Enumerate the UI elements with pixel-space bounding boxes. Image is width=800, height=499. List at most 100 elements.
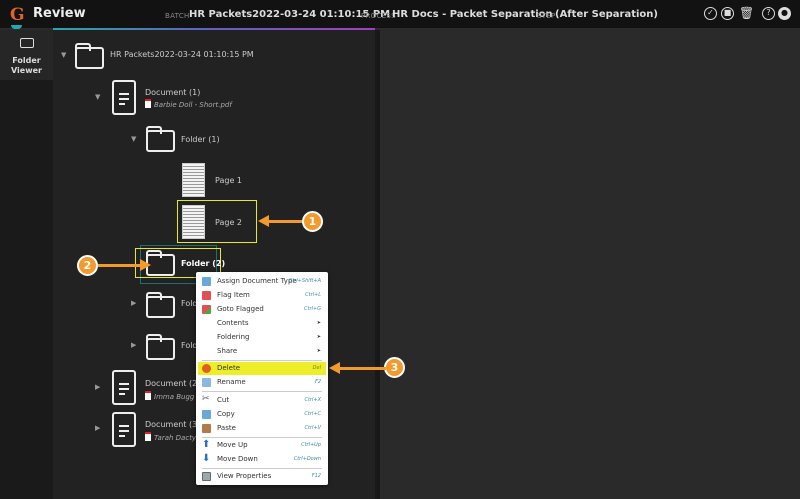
paste-icon	[202, 424, 211, 433]
menu-item-contents[interactable]: Contents ➤	[198, 317, 326, 330]
accent-line	[53, 28, 375, 30]
menu-item-foldering[interactable]: Foldering ➤	[198, 331, 326, 344]
menu-item-goto-flagged[interactable]: Goto Flagged Ctrl+G	[198, 303, 326, 316]
page-thumbnail[interactable]	[182, 163, 205, 197]
document-icon[interactable]	[112, 80, 136, 115]
user-icon[interactable]: ●	[778, 7, 791, 20]
expand-arrow[interactable]: ▶	[131, 299, 136, 307]
menu-shortcut: Ctrl+Up	[301, 442, 321, 448]
menu-label: Move Down	[217, 455, 258, 463]
menu-item-share[interactable]: Share ➤	[198, 345, 326, 358]
menu-shortcut: F2	[314, 379, 321, 385]
callout-badge-3: 3	[384, 357, 405, 378]
pdf-file-name: Imma Bugg -	[145, 391, 199, 401]
folder-icon[interactable]	[145, 334, 175, 360]
menu-item-delete[interactable]: Delete Del	[198, 362, 326, 375]
menu-shortcut: Del	[312, 365, 321, 371]
callout-arrow-head	[258, 215, 269, 227]
callout-arrow-2	[98, 264, 140, 267]
menu-shortcut: Ctrl+Shift+A	[288, 278, 321, 284]
menu-divider	[202, 437, 322, 438]
separator: ·	[349, 9, 352, 19]
menu-label: Share	[217, 347, 238, 355]
arrow-down-icon: ⬇	[202, 453, 211, 464]
menu-label: View Properties	[217, 472, 272, 480]
tree-root-label[interactable]: HR Packets2022-03-24 01:10:15 PM	[110, 50, 254, 59]
menu-item-flag-item[interactable]: Flag Item Ctrl+L	[198, 289, 326, 302]
folder-label[interactable]: Folder (2)	[181, 259, 225, 268]
menu-item-paste[interactable]: Paste Ctrl+V	[198, 422, 326, 435]
stop-circle-icon[interactable]: ■	[721, 7, 734, 20]
properties-icon	[202, 472, 211, 481]
step-value: (After Separation)	[555, 9, 658, 20]
menu-shortcut: Ctrl+Down	[293, 456, 321, 462]
goto-flag-icon	[202, 305, 211, 314]
document-label[interactable]: Document (2)	[145, 379, 200, 388]
submenu-arrow-icon: ➤	[316, 348, 321, 354]
help-icon[interactable]: ?	[762, 7, 775, 20]
trash-icon[interactable]: 🗑	[739, 6, 754, 20]
menu-item-cut[interactable]: ✂ Cut Ctrl+X	[198, 394, 326, 407]
menu-label: Cut	[217, 396, 230, 404]
scissors-icon: ✂	[202, 394, 210, 404]
menu-divider	[202, 360, 322, 361]
callout-badge-1: 1	[302, 211, 323, 232]
menu-label: Paste	[217, 424, 236, 432]
sidebar	[0, 30, 53, 499]
sidebar-item-folder-viewer[interactable]: Folder Viewer	[0, 30, 53, 80]
callout-arrow-head	[329, 362, 340, 374]
expand-arrow[interactable]: ▼	[95, 93, 100, 101]
menu-item-copy[interactable]: Copy Ctrl+C	[198, 408, 326, 421]
folder-label[interactable]: Folder (1)	[181, 135, 220, 144]
menu-item-move-down[interactable]: ⬇ Move Down Ctrl+Down	[198, 453, 326, 466]
page-label[interactable]: Page 2	[215, 218, 242, 227]
menu-divider	[202, 391, 322, 392]
folder-icon[interactable]	[74, 43, 104, 69]
assign-type-icon	[202, 277, 211, 286]
submenu-arrow-icon: ➤	[316, 320, 321, 326]
expand-arrow[interactable]: ▼	[61, 51, 66, 59]
document-icon[interactable]	[112, 370, 136, 405]
menu-label: Flag Item	[217, 291, 250, 299]
folder-icon[interactable]	[145, 292, 175, 318]
sidebar-item-label: Folder Viewer	[11, 56, 42, 75]
step-label: STEP	[537, 12, 556, 20]
page-thumbnail[interactable]	[182, 205, 205, 239]
app-title: Review	[33, 6, 86, 21]
expand-arrow[interactable]: ▶	[95, 424, 100, 432]
expand-arrow[interactable]: ▼	[131, 135, 136, 143]
page-label[interactable]: Page 1	[215, 176, 242, 185]
menu-divider	[202, 468, 322, 469]
pdf-file-name: Tarah Dactyl	[145, 432, 198, 442]
callout-arrow-3	[339, 367, 386, 370]
batch-label: BATCH	[165, 12, 190, 20]
separator: ·	[526, 9, 529, 19]
copy-icon	[202, 410, 211, 419]
menu-label: Assign Document Type	[217, 277, 297, 285]
context-menu: Assign Document Type Ctrl+Shift+A Flag It…	[196, 272, 328, 485]
menu-item-rename[interactable]: Rename F2	[198, 376, 326, 389]
callout-badge-2: 2	[77, 255, 98, 276]
expand-arrow[interactable]: ▶	[95, 383, 100, 391]
menu-label: Contents	[217, 319, 249, 327]
menu-label: Goto Flagged	[217, 305, 264, 313]
menu-shortcut: Ctrl+X	[304, 397, 321, 403]
process-label: PROCESS	[361, 12, 396, 20]
callout-arrow-1	[268, 220, 303, 223]
rename-icon	[202, 378, 211, 387]
menu-shortcut: Ctrl+G	[304, 306, 321, 312]
menu-label: Delete	[217, 364, 240, 372]
menu-item-move-up[interactable]: ⬆ Move Up Ctrl+Up	[198, 439, 326, 452]
arrow-up-icon: ⬆	[202, 439, 211, 450]
menu-label: Copy	[217, 410, 235, 418]
folder-icon[interactable]	[145, 126, 175, 152]
document-label[interactable]: Document (3)	[145, 420, 200, 429]
menu-item-view-properties[interactable]: View Properties F12	[198, 470, 326, 483]
check-circle-icon[interactable]: ✓	[704, 7, 717, 20]
menu-item-assign-document-type[interactable]: Assign Document Type Ctrl+Shift+A	[198, 275, 326, 288]
batch-value: HR Packets2022-03-24 01:10:15 PM	[189, 9, 391, 20]
document-icon[interactable]	[112, 412, 136, 447]
document-label[interactable]: Document (1)	[145, 88, 200, 97]
folder-icon	[20, 38, 34, 48]
expand-arrow[interactable]: ▶	[131, 341, 136, 349]
